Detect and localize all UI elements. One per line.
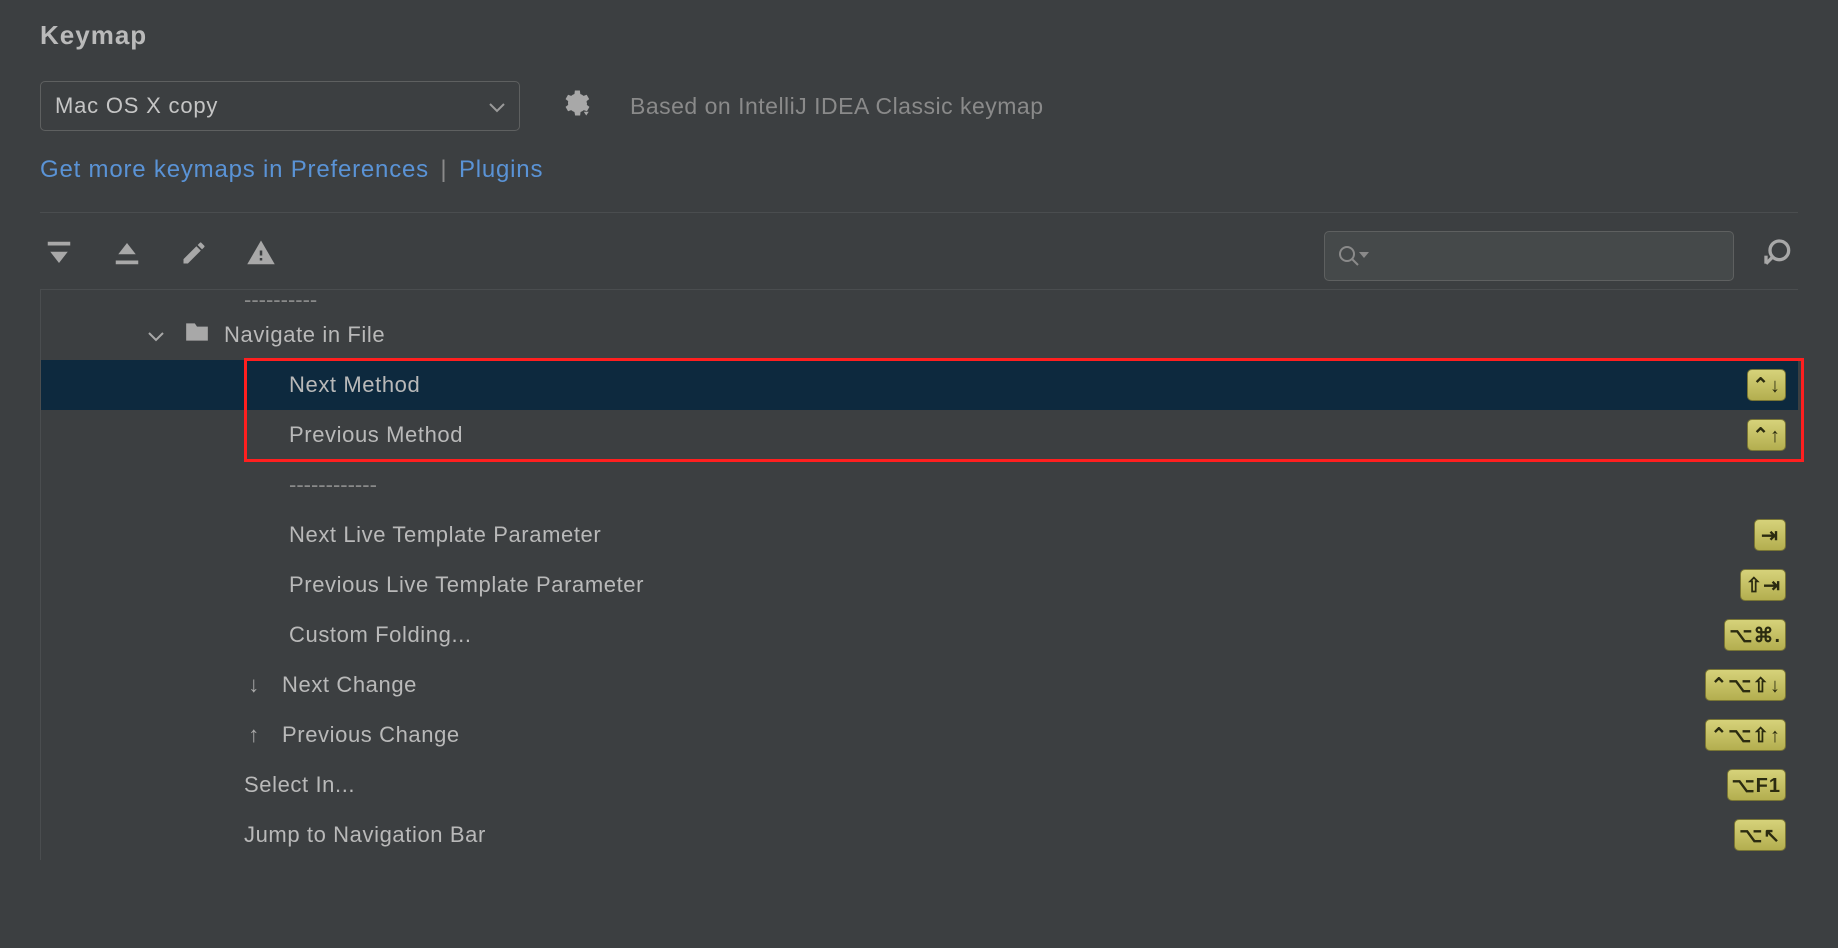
search-field[interactable] [1377, 244, 1721, 269]
tree-item-label: Previous Live Template Parameter [289, 572, 1740, 598]
tree-item-label: Next Change [282, 672, 1705, 698]
shortcut-badge: ⌃⌥⇧↑ [1705, 719, 1786, 751]
arrow-down-icon: ↓ [244, 672, 264, 698]
tree-folder-label: Navigate in File [224, 322, 1786, 348]
tree-item-next-method[interactable]: Next Method ⌃↓ [41, 360, 1798, 410]
arrow-up-icon: ↑ [244, 722, 264, 748]
warning-icon[interactable] [246, 238, 276, 274]
tree-separator: ---------- [244, 287, 317, 313]
page-title: Keymap [40, 20, 1798, 51]
chevron-down-icon [489, 93, 505, 119]
tree-item-previous-change[interactable]: ↑ Previous Change ⌃⌥⇧↑ [41, 710, 1798, 760]
shortcut-badge: ⌃⌥⇧↓ [1705, 669, 1786, 701]
divider [40, 212, 1798, 213]
find-action-by-shortcut-icon[interactable] [1762, 237, 1794, 275]
link-separator: | [433, 156, 455, 183]
keymap-select[interactable]: Mac OS X copy [40, 81, 520, 131]
tree-item-label: Previous Method [289, 422, 1747, 448]
edit-shortcut-icon[interactable] [180, 239, 208, 273]
expand-all-icon[interactable] [44, 238, 74, 274]
tree-item-previous-method[interactable]: Previous Method ⌃↑ [41, 410, 1798, 460]
tree-folder-navigate-in-file[interactable]: Navigate in File [41, 310, 1798, 360]
shortcut-badge: ⌥⌘. [1724, 619, 1786, 651]
shortcut-badge: ⌃↑ [1747, 419, 1786, 451]
shortcut-badge: ⌥↖ [1734, 819, 1786, 851]
tree-item-label: Next Method [289, 372, 1747, 398]
link-prefix: Get more keymaps in [40, 156, 291, 183]
tree-item-label: Custom Folding... [289, 622, 1724, 648]
tree-item-label: Previous Change [282, 722, 1705, 748]
tree-item-select-in[interactable]: Select In... ⌥F1 [41, 760, 1798, 810]
more-keymaps-link[interactable]: Get more keymaps in Preferences | Plugin… [40, 156, 1798, 184]
tree-item-previous-live-template[interactable]: Previous Live Template Parameter ⇧⇥ [41, 560, 1798, 610]
tree-item-label: Jump to Navigation Bar [244, 822, 1734, 848]
shortcut-badge: ⇥ [1754, 519, 1786, 551]
keymap-select-value: Mac OS X copy [55, 93, 218, 119]
shortcut-badge: ⇧⇥ [1740, 569, 1786, 601]
collapse-all-icon[interactable] [112, 238, 142, 274]
tree-item-custom-folding[interactable]: Custom Folding... ⌥⌘. [41, 610, 1798, 660]
tree-item-jump-navigation-bar[interactable]: Jump to Navigation Bar ⌥↖ [41, 810, 1798, 860]
shortcut-badge: ⌃↓ [1747, 369, 1786, 401]
chevron-down-icon [1359, 252, 1369, 260]
folder-icon [184, 321, 210, 349]
tree-item-label: Next Live Template Parameter [289, 522, 1754, 548]
based-on-text: Based on IntelliJ IDEA Classic keymap [630, 93, 1044, 120]
gear-icon[interactable] [560, 88, 590, 124]
search-icon [1337, 244, 1361, 268]
link-plugins[interactable]: Plugins [459, 156, 543, 183]
tree-item-next-change[interactable]: ↓ Next Change ⌃⌥⇧↓ [41, 660, 1798, 710]
tree-separator: ------------ [289, 472, 377, 498]
search-input[interactable] [1324, 231, 1734, 281]
tree-item-label: Select In... [244, 772, 1727, 798]
tree-item-next-live-template[interactable]: Next Live Template Parameter ⇥ [41, 510, 1798, 560]
chevron-down-icon [146, 322, 166, 348]
link-preferences[interactable]: Preferences [291, 156, 429, 183]
shortcut-badge: ⌥F1 [1727, 769, 1786, 801]
